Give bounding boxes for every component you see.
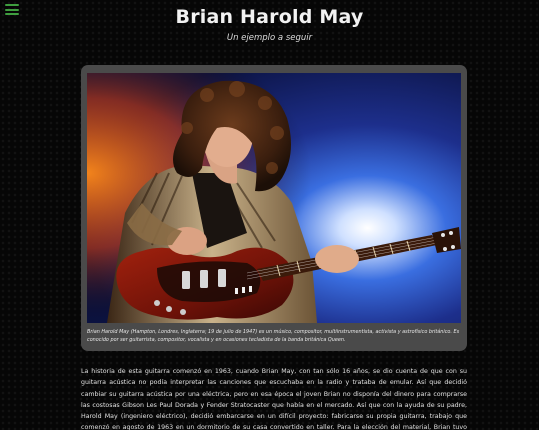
photo-card: Brian Harold May (Hampton, Londres, Ingl… <box>81 65 467 351</box>
photo-caption: Brian Harold May (Hampton, Londres, Ingl… <box>87 329 460 343</box>
article-paragraph: La historia de esta guitarra comenzó en … <box>81 368 467 430</box>
page-title: Brian Harold May <box>175 6 364 28</box>
brian-may-photo <box>87 73 461 323</box>
page-subtitle: Un ejemplo a seguir <box>226 33 313 43</box>
